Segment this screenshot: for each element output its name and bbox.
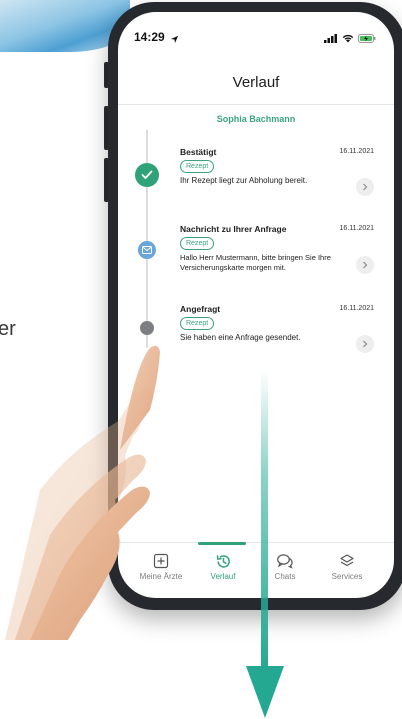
entry-badge: Rezept (180, 237, 215, 250)
status-bar: 14:29 (118, 12, 394, 58)
mail-icon (138, 241, 156, 259)
timeline-entry-confirmed[interactable]: Bestätigt 16.11.2021 Rezept Ihr Rezept l… (180, 147, 380, 197)
battery-charging-icon (358, 30, 376, 48)
swipe-arrow-shaft (261, 370, 268, 670)
tab-label: Services (331, 572, 363, 581)
wifi-icon (342, 30, 354, 48)
entry-badge: Rezept (180, 317, 215, 330)
status-time: 14:29 (134, 30, 165, 44)
patient-name[interactable]: Sophia Bachmann (118, 114, 394, 124)
tab-verlauf[interactable]: Verlauf (192, 552, 254, 581)
timeline-entry-requested[interactable]: Angefragt 16.11.2021 Rezept Sie haben ei… (180, 304, 380, 354)
entry-badge: Rezept (180, 160, 215, 173)
chevron-right-icon[interactable] (356, 178, 374, 196)
entry-title: Bestätigt (180, 147, 217, 157)
tab-active-indicator (198, 542, 246, 545)
chevron-right-icon[interactable] (356, 335, 374, 353)
swiping-hand-illustration (5, 345, 160, 640)
layers-icon (316, 552, 378, 570)
chevron-right-icon[interactable] (356, 256, 374, 274)
check-icon (135, 163, 159, 187)
entry-title: Angefragt (180, 304, 221, 314)
history-icon (192, 552, 254, 570)
tab-label: Verlauf (210, 572, 236, 581)
signal-icon (324, 30, 338, 48)
arrow-down-icon (246, 666, 284, 718)
background-text-fragment: er (0, 318, 16, 340)
timeline-entry-message[interactable]: Nachricht zu Ihrer Anfrage 16.11.2021 Re… (180, 224, 380, 286)
entry-text: Hallo Herr Mustermann, bitte bringen Sie… (180, 253, 331, 272)
entry-date: 16.11.2021 (339, 225, 374, 232)
page-title: Verlauf (232, 74, 280, 91)
entry-text: Sie haben eine Anfrage gesendet. (180, 333, 301, 342)
entry-date: 16.11.2021 (339, 148, 374, 155)
header-divider (118, 104, 394, 105)
tab-services[interactable]: Services (316, 552, 378, 581)
entry-text: Ihr Rezept liegt zur Abholung bereit. (180, 176, 308, 185)
location-arrow-icon (170, 31, 179, 49)
entry-title: Nachricht zu Ihrer Anfrage (180, 224, 287, 234)
entry-date: 16.11.2021 (339, 305, 374, 312)
timeline-dot-icon (140, 321, 154, 335)
